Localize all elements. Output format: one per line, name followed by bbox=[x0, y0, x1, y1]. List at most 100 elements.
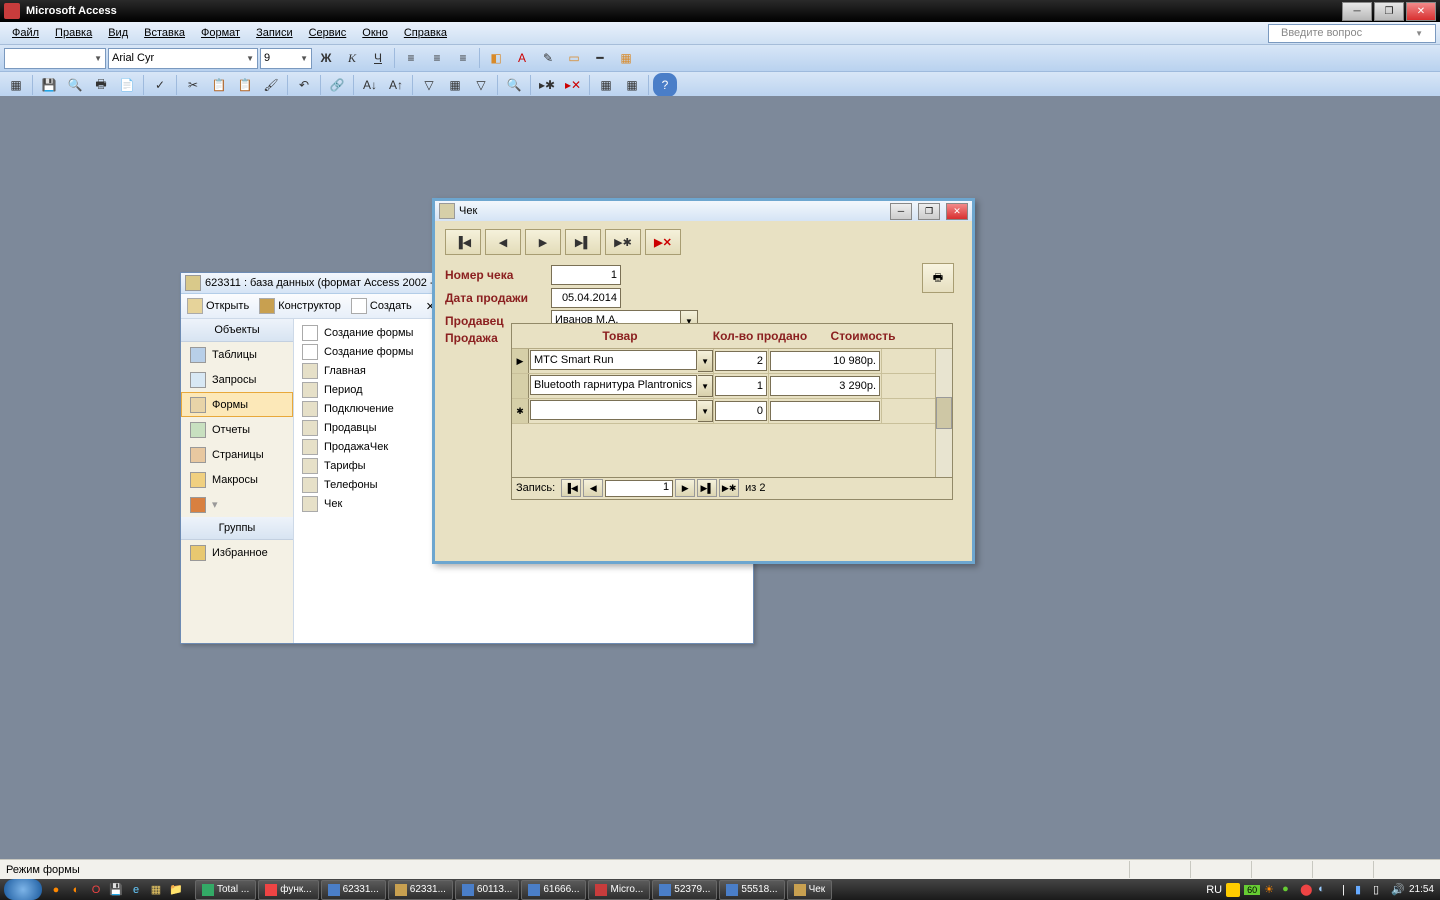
object-selector[interactable]: ▼ bbox=[4, 48, 106, 69]
format-painter-button[interactable]: 🖌 bbox=[259, 73, 283, 97]
align-right-button[interactable]: ≡ bbox=[451, 46, 475, 70]
new-object-button[interactable]: ▦ bbox=[620, 73, 644, 97]
tray-icon[interactable]: ▮ bbox=[1355, 883, 1369, 897]
ql-icon[interactable]: O bbox=[87, 882, 105, 898]
sidebar-item-macros[interactable]: Макросы bbox=[181, 467, 293, 492]
tray-icon[interactable] bbox=[1226, 883, 1240, 897]
menu-window[interactable]: Окно bbox=[354, 25, 396, 41]
fill-color-button[interactable]: ◧ bbox=[484, 46, 508, 70]
input-date[interactable]: 05.04.2014 bbox=[551, 288, 621, 308]
taskbar-item[interactable]: Total ... bbox=[195, 880, 256, 900]
print-button[interactable]: 🖶 bbox=[89, 73, 113, 97]
nav-next-button[interactable]: ▶ bbox=[525, 229, 561, 255]
row-selector[interactable]: ▶ bbox=[512, 349, 529, 373]
cell-cost[interactable]: 3 290р. bbox=[770, 376, 880, 396]
create-button[interactable]: Создать bbox=[351, 298, 412, 314]
delete-record-button[interactable]: ▸✕ bbox=[561, 73, 585, 97]
bold-button[interactable]: Ж bbox=[314, 46, 338, 70]
cell-product[interactable] bbox=[530, 400, 697, 420]
nav-first-button[interactable]: ▐◀ bbox=[445, 229, 481, 255]
close-button[interactable]: ✕ bbox=[1406, 2, 1436, 21]
minimize-button[interactable]: ─ bbox=[1342, 2, 1372, 21]
nav-new-button[interactable]: ▶✱ bbox=[605, 229, 641, 255]
design-button[interactable]: Конструктор bbox=[259, 298, 341, 314]
taskbar-item[interactable]: 62331... bbox=[321, 880, 386, 900]
underline-button[interactable]: Ч bbox=[366, 46, 390, 70]
taskbar-item[interactable]: Micro... bbox=[588, 880, 650, 900]
recnav-prev[interactable]: ◀ bbox=[583, 479, 603, 497]
chevron-down-icon[interactable]: ▼ bbox=[698, 400, 713, 422]
sidebar-item-favorites[interactable]: Избранное bbox=[181, 540, 293, 565]
filter-form-button[interactable]: ▦ bbox=[443, 73, 467, 97]
search-file-button[interactable]: 🔍 bbox=[63, 73, 87, 97]
taskbar-item[interactable]: Чек bbox=[787, 880, 833, 900]
form-close-button[interactable]: ✕ bbox=[946, 203, 968, 220]
menu-format[interactable]: Формат bbox=[193, 25, 248, 41]
cell-cost[interactable]: 10 980р. bbox=[770, 351, 880, 371]
open-button[interactable]: Открыть bbox=[187, 298, 249, 314]
italic-button[interactable]: К bbox=[340, 46, 364, 70]
nav-last-button[interactable]: ▶▌ bbox=[565, 229, 601, 255]
taskbar-item[interactable]: 55518... bbox=[719, 880, 784, 900]
clock[interactable]: 21:54 bbox=[1409, 884, 1434, 895]
sidebar-item-pages[interactable]: Страницы bbox=[181, 442, 293, 467]
menu-file[interactable]: Файл bbox=[4, 25, 47, 41]
menu-insert[interactable]: Вставка bbox=[136, 25, 193, 41]
tray-icon[interactable]: ⬤ bbox=[1300, 883, 1314, 897]
cell-product[interactable]: Bluetooth гарнитура Plantronics bbox=[530, 375, 697, 395]
print-button[interactable]: 🖶 bbox=[922, 263, 954, 293]
menu-records[interactable]: Записи bbox=[248, 25, 301, 41]
taskbar-item[interactable]: 60113... bbox=[455, 880, 519, 900]
view-button[interactable]: ▦ bbox=[4, 73, 28, 97]
recnav-last[interactable]: ▶▌ bbox=[697, 479, 717, 497]
cell-cost[interactable] bbox=[770, 401, 880, 421]
tray-icon[interactable]: ◐ bbox=[1318, 883, 1332, 897]
special-effect-button[interactable]: ▦ bbox=[614, 46, 638, 70]
chevron-down-icon[interactable]: ▼ bbox=[698, 350, 713, 372]
volume-icon[interactable]: 🔊 bbox=[1391, 883, 1405, 897]
nav-delete-button[interactable]: ▶✕ bbox=[645, 229, 681, 255]
menu-view[interactable]: Вид bbox=[100, 25, 136, 41]
filter-selection-button[interactable]: ▽ bbox=[417, 73, 441, 97]
ql-icon[interactable]: ◐ bbox=[67, 882, 85, 898]
sort-asc-button[interactable]: A↓ bbox=[358, 73, 382, 97]
subform-scrollbar[interactable] bbox=[935, 349, 952, 477]
ql-icon[interactable]: 💾 bbox=[107, 882, 125, 898]
sidebar-item-more[interactable]: ▾ bbox=[181, 492, 293, 517]
tray-icon[interactable]: ● bbox=[1282, 883, 1296, 897]
battery-indicator[interactable]: 60 bbox=[1244, 885, 1260, 895]
new-record-button[interactable]: ▸✱ bbox=[535, 73, 559, 97]
tray-icon[interactable]: ☀ bbox=[1264, 883, 1278, 897]
undo-button[interactable]: ↶ bbox=[292, 73, 316, 97]
cell-qty[interactable]: 0 bbox=[715, 401, 767, 421]
menu-help[interactable]: Справка bbox=[396, 25, 455, 41]
line-color-button[interactable]: ✎ bbox=[536, 46, 560, 70]
sidebar-item-tables[interactable]: Таблицы bbox=[181, 342, 293, 367]
row-selector[interactable]: ✱ bbox=[512, 399, 529, 423]
cell-product[interactable]: МТС Smart Run bbox=[530, 350, 697, 370]
taskbar-item[interactable]: 62331... bbox=[388, 880, 453, 900]
taskbar-item[interactable]: 52379... bbox=[652, 880, 717, 900]
taskbar-item[interactable]: функ... bbox=[258, 880, 318, 900]
cell-qty[interactable]: 2 bbox=[715, 351, 767, 371]
border-button[interactable]: ▭ bbox=[562, 46, 586, 70]
find-button[interactable]: 🔍 bbox=[502, 73, 526, 97]
menu-edit[interactable]: Правка bbox=[47, 25, 100, 41]
save-button[interactable]: 💾 bbox=[37, 73, 61, 97]
sidebar-item-queries[interactable]: Запросы bbox=[181, 367, 293, 392]
cell-qty[interactable]: 1 bbox=[715, 376, 767, 396]
database-window-button[interactable]: ▦ bbox=[594, 73, 618, 97]
ql-icon[interactable]: 📁 bbox=[167, 882, 185, 898]
align-left-button[interactable]: ≡ bbox=[399, 46, 423, 70]
recnav-new[interactable]: ▶✱ bbox=[719, 479, 739, 497]
ql-icon[interactable]: ▦ bbox=[147, 882, 165, 898]
maximize-button[interactable]: ❐ bbox=[1374, 2, 1404, 21]
recnav-first[interactable]: ▐◀ bbox=[561, 479, 581, 497]
hyperlink-button[interactable]: 🔗 bbox=[325, 73, 349, 97]
chevron-down-icon[interactable]: ▼ bbox=[698, 375, 713, 397]
row-selector[interactable] bbox=[512, 374, 529, 398]
start-button[interactable] bbox=[4, 879, 42, 900]
sidebar-item-reports[interactable]: Отчеты bbox=[181, 417, 293, 442]
help-button[interactable]: ? bbox=[653, 73, 677, 97]
sort-desc-button[interactable]: A↑ bbox=[384, 73, 408, 97]
